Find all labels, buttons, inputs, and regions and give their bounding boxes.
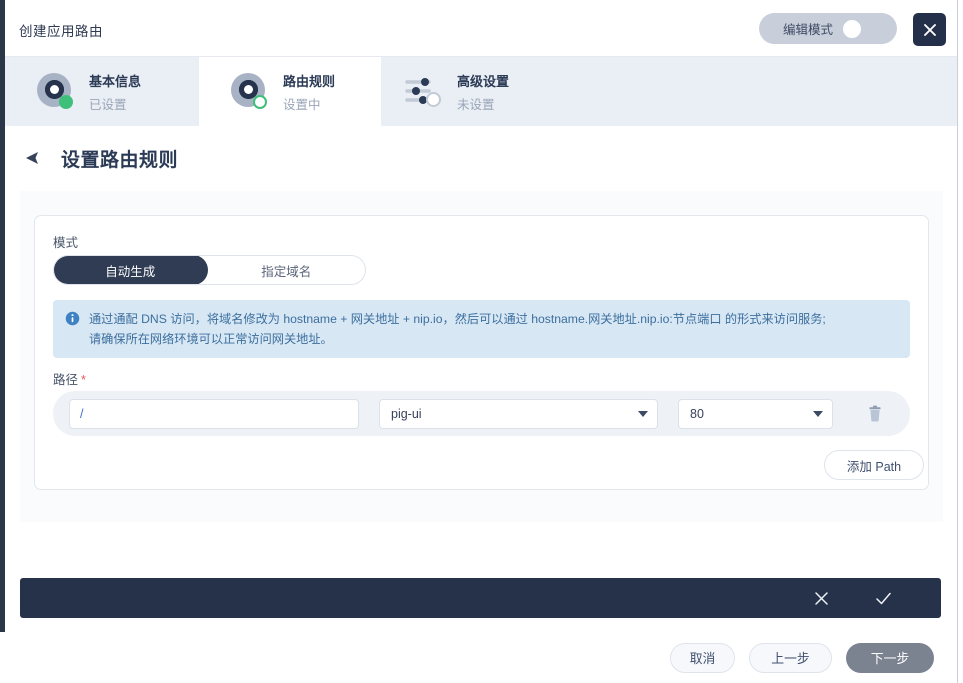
- previous-step-button[interactable]: 上一步: [749, 643, 832, 673]
- page-title: 设置路由规则: [61, 145, 178, 172]
- close-button[interactable]: [913, 13, 946, 46]
- close-icon: [922, 22, 938, 38]
- path-row: pig-ui 80: [53, 391, 910, 436]
- path-label: 路径*: [53, 369, 86, 388]
- action-cancel-button[interactable]: [813, 590, 830, 607]
- right-edge-fill: [958, 0, 963, 683]
- mode-label: 模式: [53, 232, 78, 251]
- dialog-header: 创建应用路由 编辑模式: [5, 0, 957, 57]
- path-label-text: 路径: [53, 373, 78, 387]
- sliders-icon: [405, 73, 443, 111]
- step-label: 路由规则: [283, 71, 335, 90]
- info-alert-text: 通过通配 DNS 访问，将域名修改为 hostname + 网关地址 + nip…: [89, 309, 826, 349]
- info-icon: [65, 311, 80, 326]
- target-icon: [37, 73, 75, 111]
- next-step-button[interactable]: 下一步: [846, 643, 934, 673]
- target-icon: [231, 73, 269, 111]
- step-status: 已设置: [89, 94, 141, 113]
- edit-mode-label: 编辑模式: [783, 19, 833, 38]
- mode-segmented-control[interactable]: 自动生成 指定域名: [53, 255, 366, 285]
- step-tabs: 基本信息 已设置 路由规则 设置中: [5, 57, 957, 126]
- port-select-value: 80: [690, 407, 704, 421]
- status-badge-not-set: [426, 92, 441, 107]
- path-input[interactable]: [69, 399, 359, 429]
- cancel-button[interactable]: 取消: [670, 643, 735, 673]
- step-label: 基本信息: [89, 71, 141, 90]
- required-marker: *: [81, 373, 86, 387]
- status-badge-complete: [59, 95, 73, 109]
- info-alert-line-2: 请确保所在网络环境可以正常访问网关地址。: [89, 329, 826, 349]
- port-select[interactable]: 80: [678, 399, 833, 429]
- service-select[interactable]: pig-ui: [379, 399, 658, 429]
- mode-option-auto[interactable]: 自动生成: [53, 255, 208, 285]
- route-rule-card: 模式 自动生成 指定域名 通过通配 DNS 访问，将域名修改为 hostname…: [34, 215, 929, 490]
- edit-mode-toggle[interactable]: 编辑模式: [759, 13, 897, 44]
- form-panel: 模式 自动生成 指定域名 通过通配 DNS 访问，将域名修改为 hostname…: [20, 191, 943, 522]
- info-alert-line-1: 通过通配 DNS 访问，将域名修改为 hostname + 网关地址 + nip…: [89, 309, 826, 329]
- step-tab-advanced-settings[interactable]: 高级设置 未设置: [381, 57, 581, 126]
- step-label: 高级设置: [457, 71, 509, 90]
- service-select-value: pig-ui: [391, 407, 422, 421]
- edit-mode-switch[interactable]: [843, 22, 873, 36]
- step-status: 未设置: [457, 94, 509, 113]
- mode-option-custom-domain[interactable]: 指定域名: [208, 256, 366, 284]
- create-app-route-dialog: 创建应用路由 编辑模式 基本信息 已设置: [0, 0, 963, 683]
- step-tab-basic-info[interactable]: 基本信息 已设置: [5, 57, 199, 126]
- chevron-down-icon: [813, 411, 823, 417]
- check-icon: [874, 590, 893, 607]
- dialog-title: 创建应用路由: [19, 20, 103, 40]
- page-title-row: 设置路由规则: [5, 126, 957, 191]
- action-confirm-button[interactable]: [874, 590, 893, 607]
- x-icon: [813, 590, 830, 607]
- info-alert: 通过通配 DNS 访问，将域名修改为 hostname + 网关地址 + nip…: [53, 300, 910, 358]
- dialog-footer: 取消 上一步 下一步: [0, 632, 957, 683]
- add-path-button[interactable]: 添加 Path: [824, 450, 924, 480]
- status-badge-in-progress: [253, 95, 267, 109]
- delete-path-button[interactable]: [861, 399, 889, 429]
- step-tab-route-rules[interactable]: 路由规则 设置中: [199, 57, 381, 126]
- trash-icon: [867, 405, 883, 423]
- chevron-down-icon: [638, 411, 648, 417]
- floating-action-bar: [20, 578, 941, 618]
- edit-mode-switch-knob: [843, 20, 861, 38]
- back-arrow-icon[interactable]: [25, 150, 47, 168]
- step-status: 设置中: [283, 94, 335, 113]
